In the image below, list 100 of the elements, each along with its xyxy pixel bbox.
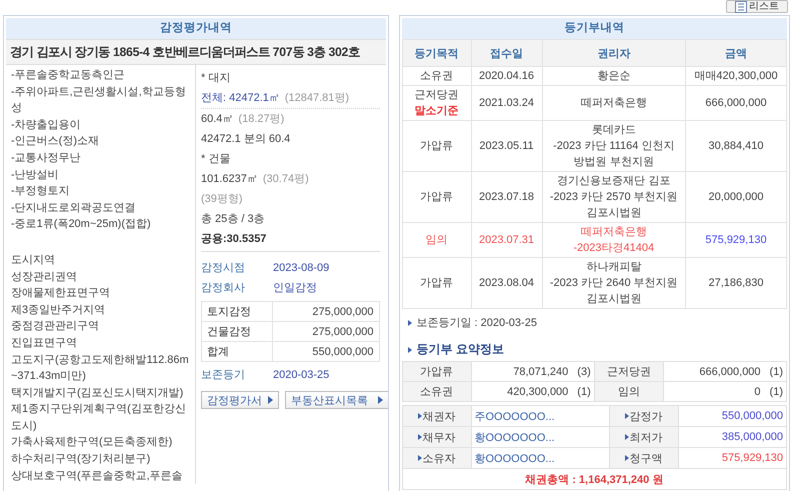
bullet-icon [624, 434, 629, 440]
table-cell-text: 임의 [424, 233, 448, 248]
zoning-text: 가축사육제한구역(모든축종제한) [11, 435, 174, 450]
area-text: * 건물 [201, 153, 230, 165]
table-cell: 매매420,300,000 [686, 66, 786, 86]
document-button[interactable]: 부동산표시목록 [285, 391, 388, 409]
holder-text: 하나캐피탈 [585, 260, 642, 275]
holder-text: -2023 카단 11164 인천지 [552, 139, 676, 154]
price-label: 감정가 [630, 410, 663, 424]
table-cell: 근저당권 [594, 362, 664, 382]
column-header: 권리자 [542, 40, 686, 66]
area-text: 60.4㎡ [201, 113, 234, 125]
table-cell: 건물감정 [202, 322, 272, 342]
amount-text: 78,071,240 [513, 366, 568, 378]
area-text: 공용:30.5357 [201, 233, 266, 245]
info-value: 2023-08-09 [273, 261, 330, 276]
table-cell: 20,000,000 [686, 172, 786, 222]
bullet-icon [418, 413, 422, 419]
info-value: 인일감정 [273, 281, 317, 296]
count-text: (1) [770, 366, 783, 378]
document-button[interactable]: 감정평가서 [201, 391, 279, 409]
table-cell: 550,000,000 [272, 342, 379, 362]
holder-text: -2023타경41404 [572, 241, 656, 256]
table-cell: 575,929,130 [686, 222, 786, 258]
pyeong-text: (18.27평) [238, 113, 284, 125]
table-cell: 275,000,000 [272, 302, 379, 322]
count-text: (1) [577, 386, 591, 398]
zoning-text: 제3종일반주거지역 [11, 302, 106, 318]
table-cell-text: 가압류 [419, 276, 454, 291]
holder-text: -2023 카단 2570 부천지원 [548, 190, 679, 205]
area-text: (39평형) [201, 193, 243, 205]
feature-text: -주위아파트,근린생활시설,학교등형성 [11, 84, 187, 116]
zoning-text: 중점경관관리구역 [11, 319, 100, 334]
holder-text: 김포시법원 [585, 292, 642, 307]
column-header: 금액 [686, 40, 786, 66]
price-value: 575,929,130 [678, 448, 786, 468]
zoning-text: 도시지역 [11, 252, 56, 268]
table-cell-text: 소유권 [419, 69, 454, 84]
price-value: 550,000,000 [678, 406, 786, 426]
info-value: 2020-03-25 [273, 368, 330, 383]
column-header: 접수일 [471, 40, 542, 66]
feature-text: -푸른솔중학교동측인근 [11, 68, 126, 83]
zoning-text: 제1종지구단위계획구역(김포한강신도시) [11, 402, 187, 434]
amount-text: 420,300,000 [507, 386, 568, 398]
holder-text: 황은순 [596, 69, 632, 84]
feature-text: -중로1류(폭20m~25m)(접합) [11, 217, 152, 232]
zoning-text: 상대보호구역(푸른솔중학교,푸른솔 [11, 468, 184, 484]
area-text: 101.6237㎡ [201, 173, 258, 185]
info-label: 보존등기 [201, 368, 246, 383]
holder-text: 떼퍼저축은행 [580, 225, 648, 240]
info-label: 감정시점 [201, 261, 246, 276]
party-label: 채무자 [422, 430, 456, 444]
amount-text: 666,000,000 [699, 366, 761, 378]
table-cell-text: 가압류 [419, 139, 454, 154]
table-cell: 합계 [202, 342, 272, 362]
pyeong-text: (30.74평) [262, 173, 309, 185]
total-claims: 채권총액 : 1,164,371,240 원 [402, 468, 786, 490]
feature-text: -난방설비 [11, 168, 60, 183]
table-cell: 666,000,000 [686, 86, 786, 120]
zoning-text: 하수처리구역(장기처리분구) [11, 452, 152, 468]
feature-text: -인근버스(정)소재 [11, 134, 100, 150]
table-cell: 2021.03.24 [471, 86, 542, 120]
table-cell: 275,000,000 [272, 322, 379, 342]
table-cell: 소유권 [402, 382, 471, 402]
party-label: 채권자 [422, 410, 456, 424]
bullet-icon [624, 413, 629, 419]
feature-text: -부정형토지 [11, 184, 71, 200]
table-cell: 가압류 [402, 362, 471, 382]
list-button[interactable]: 리스트 [726, 0, 788, 13]
table-cell: 2023.08.04 [471, 258, 542, 308]
panel-title: 등기부내역 [402, 18, 787, 39]
table-cell: 2023.07.31 [471, 222, 542, 258]
area-text: 총 25층 / 3층 [201, 213, 265, 225]
party-link[interactable]: 황OOOOOOO... [471, 426, 610, 448]
price-value: 385,000,000 [678, 426, 786, 448]
feature-text: -차량출입용이 [11, 118, 82, 133]
price-label: 청구액 [630, 452, 663, 466]
section-title: 등기부 요약정보 [416, 341, 504, 358]
address: 경기 김포시 장기동 1865-4 호반베르디움더퍼스트 707동 3층 302호 [6, 39, 386, 65]
area-text: * 대지 [201, 72, 230, 84]
column-header: 등기목적 [402, 40, 471, 66]
bullet-icon [408, 320, 412, 326]
info-label: 감정회사 [201, 281, 246, 296]
party-link[interactable]: 주OOOOOOO... [471, 406, 610, 426]
amount-text: 0 [754, 386, 761, 398]
holder-text: 김포시법원 [585, 206, 642, 221]
party-link[interactable]: 황OOOOOOO... [471, 448, 610, 468]
bullet-icon [624, 455, 629, 461]
holder-text: 떼퍼저축은행 [580, 96, 648, 111]
holder-text: 롯데카드 [590, 123, 637, 138]
table-cell: 2020.04.16 [471, 66, 542, 86]
caret-icon [268, 396, 273, 404]
panel-title: 감정평가내역 [6, 18, 386, 39]
price-label: 최저가 [630, 430, 663, 444]
caret-icon [378, 396, 383, 404]
preservation-date: 보존등기일 : 2020-03-25 [416, 316, 537, 330]
zoning-text: 고도지구(공항고도제한해발112.86m~371.43m미만) [11, 352, 190, 384]
bullet-icon [418, 455, 422, 461]
zoning-text: 택지개발지구(김포신도시택지개발) [11, 386, 184, 401]
feature-text: -교통사정무난 [11, 150, 82, 166]
